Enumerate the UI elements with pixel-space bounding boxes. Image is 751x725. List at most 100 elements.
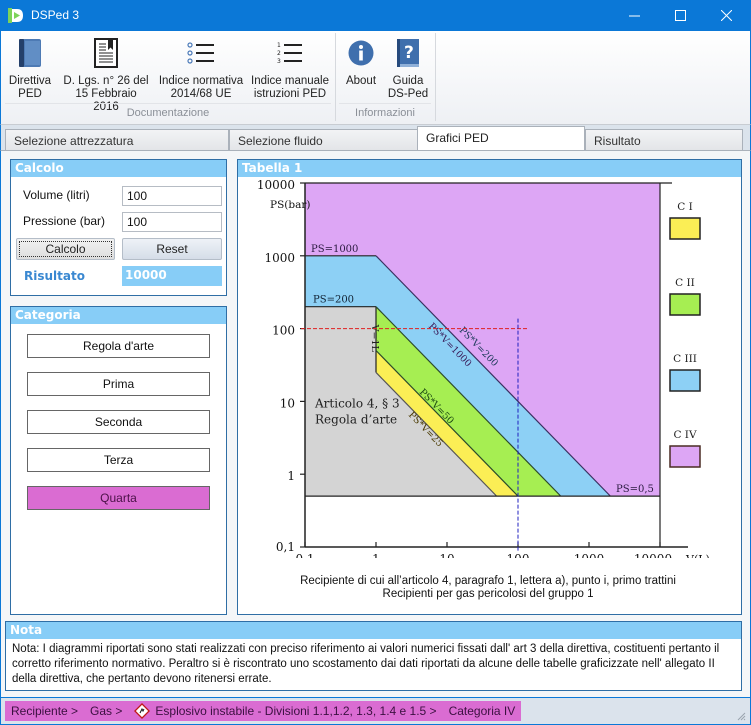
- label-ps-0-5: PS=0,5: [616, 484, 654, 495]
- x-tick-label: 10: [439, 552, 454, 558]
- categoria-prima-button[interactable]: Prima: [27, 372, 210, 396]
- ribbon-item-label: Indice normativa: [158, 75, 244, 87]
- y-axis-label: PS(bar): [270, 199, 310, 211]
- categoria-quarta-button[interactable]: Quarta: [27, 486, 210, 510]
- explosive-hazard-icon: [134, 703, 151, 719]
- ribbon-item-label: About: [345, 75, 377, 87]
- tab-grafici-ped[interactable]: Grafici PED: [417, 126, 585, 151]
- ped-chart: 0,1 1 10 100 1000 10000 0,1 1 10 100 1000 10000 PS(b…: [257, 178, 710, 558]
- legend-label: C IV: [673, 429, 697, 441]
- x-tick-label: 1: [372, 552, 380, 558]
- legend-swatch: [669, 369, 701, 392]
- tab-risultato[interactable]: Risultato: [585, 129, 743, 150]
- close-button[interactable]: [703, 0, 749, 31]
- region-label-line1: Articolo 4, § 3: [314, 396, 400, 410]
- tab-selezione-attrezzatura[interactable]: Selezione attrezzatura: [5, 129, 229, 150]
- tabella-panel: Tabella 1 0,1 1 10 100 1000 10000 0,1 1 10 100 100…: [237, 159, 742, 615]
- categoria-seconda-button[interactable]: Seconda: [27, 410, 210, 434]
- ribbon-item-label: DS-Ped: [387, 88, 429, 100]
- nota-text: Nota: I diagrammi riportati sono stati r…: [12, 643, 720, 685]
- maximize-icon: [674, 10, 686, 21]
- categoria-terza-button[interactable]: Terza: [27, 448, 210, 472]
- legend-swatch: [669, 217, 701, 240]
- calcolo-button[interactable]: Calcolo: [16, 238, 115, 260]
- ribbon-item-label: PED: [18, 88, 42, 100]
- x-tick-label: 10000: [634, 552, 672, 558]
- y-tick-label: 10000: [257, 178, 295, 192]
- ribbon-about-button[interactable]: About: [341, 35, 381, 88]
- legend-label: C II: [675, 277, 695, 289]
- breadcrumb-item[interactable]: Recipiente >: [11, 704, 78, 718]
- label-ps-1000: PS=1000: [311, 244, 358, 255]
- help-book-icon: ?: [397, 39, 419, 67]
- y-tick-label: 1000: [264, 251, 295, 265]
- legend-swatch: [669, 293, 701, 316]
- chart-caption-line1: Recipiente di cui all’articolo 4, paragr…: [300, 575, 676, 587]
- ribbon-indice-normativa-button[interactable]: Indice normativa 2014/68 UE: [157, 35, 245, 101]
- ribbon-item-label: Indice manuale: [251, 75, 329, 87]
- svg-text:3: 3: [277, 58, 281, 65]
- group-label-informazioni: Informazioni: [355, 107, 415, 119]
- legend-label: C I: [677, 201, 693, 213]
- ribbon-item-label: Guida: [392, 75, 424, 87]
- book-icon: [19, 39, 41, 67]
- volume-input[interactable]: [122, 186, 222, 206]
- close-icon: [720, 10, 732, 21]
- y-tick-label: 100: [272, 324, 295, 338]
- minimize-icon: [628, 15, 640, 17]
- categoria-panel-title: Categoria: [11, 307, 226, 324]
- breadcrumb-item[interactable]: Gas >: [90, 704, 122, 718]
- resize-grip-icon[interactable]: [736, 711, 746, 721]
- document-bookmark-icon: [94, 38, 118, 68]
- volume-label: Volume (litri): [23, 188, 90, 202]
- svg-text:?: ?: [404, 43, 414, 63]
- x-tick-label: 1000: [574, 552, 605, 558]
- risultato-value: 10000: [122, 266, 222, 286]
- categoria-panel: Categoria Regola d'arte Prima Seconda Te…: [10, 306, 227, 615]
- x-axis-label: V(L): [685, 553, 710, 558]
- tabella-panel-title: Tabella 1: [238, 160, 741, 177]
- y-tick-label: 0,1: [276, 540, 295, 554]
- pressione-label: Pressione (bar): [23, 214, 106, 228]
- nota-panel-title: Nota: [6, 622, 741, 639]
- bullet-list-icon: [187, 42, 214, 64]
- risultato-label: Risultato: [24, 269, 85, 283]
- info-icon: [348, 40, 374, 66]
- x-tick-label: 100: [507, 552, 530, 558]
- breadcrumb-item[interactable]: Esplosivo instabile - Divisioni 1.1,1.2,…: [155, 704, 436, 718]
- ribbon-indice-manuale-button[interactable]: 1 2 3 Indice manuale istruzioni PED: [249, 35, 331, 101]
- ribbon-item-label: 2014/68 UE: [170, 88, 232, 100]
- breadcrumb: Recipiente > Gas > Esplosivo instabile -…: [5, 701, 522, 721]
- legend-label: C III: [673, 353, 697, 365]
- label-v-1: V=1L: [369, 324, 380, 353]
- label-ps-200: PS=200: [313, 295, 354, 306]
- y-tick-label: 10: [280, 396, 295, 410]
- categoria-regola-arte-button[interactable]: Regola d'arte: [27, 334, 210, 358]
- calcolo-panel: Calcolo Volume (litri) Pressione (bar) C…: [10, 159, 227, 296]
- maximize-button[interactable]: [657, 0, 703, 31]
- minimize-button[interactable]: [611, 0, 657, 31]
- tab-strip: Selezione attrezzatura Selezione fluido …: [0, 125, 751, 151]
- legend-swatch: [669, 445, 701, 468]
- numbered-list-icon: 1 2 3: [277, 42, 302, 65]
- app-logo-icon: [8, 8, 23, 23]
- group-divider: [5, 103, 331, 104]
- ribbon-item-label: D. Lgs. n° 26 del: [63, 75, 149, 87]
- title-bar: DSPed 3: [0, 0, 751, 31]
- ribbon-guida-button[interactable]: ? Guida DS-Ped: [387, 35, 429, 101]
- region-label-line2: Regola d’arte: [315, 412, 397, 426]
- chart-caption-line2: Recipienti per gas pericolosi del gruppo…: [382, 588, 594, 600]
- svg-text:2: 2: [277, 50, 281, 57]
- ribbon-item-label: istruzioni PED: [253, 88, 327, 100]
- svg-text:1: 1: [277, 42, 281, 49]
- group-divider: [339, 103, 431, 104]
- pressione-input[interactable]: [122, 212, 222, 232]
- ribbon: Direttiva PED D. Lgs. n° 26 del 15 Febbr…: [0, 31, 751, 125]
- breadcrumb-item[interactable]: Categoria IV: [449, 704, 516, 718]
- tab-selezione-fluido[interactable]: Selezione fluido: [229, 129, 419, 150]
- x-tick-label: 0,1: [295, 552, 314, 558]
- group-label-documentazione: Documentazione: [126, 107, 210, 119]
- ribbon-direttiva-ped-button[interactable]: Direttiva PED: [5, 35, 55, 101]
- group-separator: [335, 33, 336, 121]
- reset-button[interactable]: Reset: [122, 238, 222, 260]
